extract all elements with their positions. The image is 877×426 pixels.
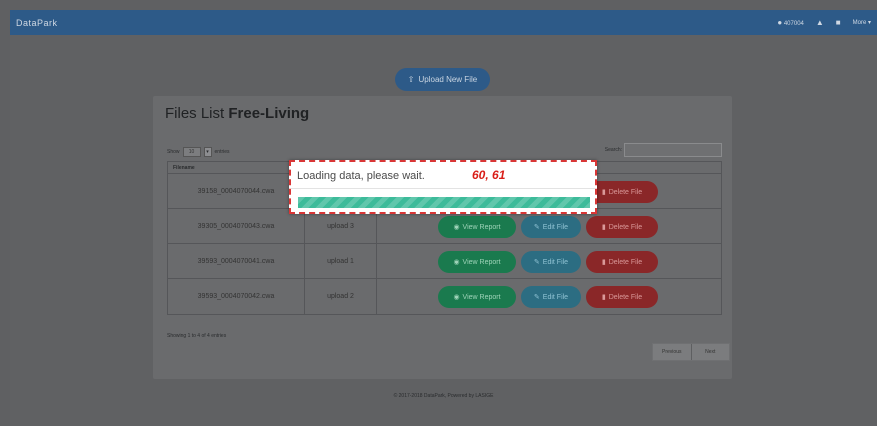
delete-label: Delete File [608,258,643,266]
progress-bar-fill [298,197,590,208]
trash-icon: ▮ [601,294,606,301]
table-controls: Show 10 ▾ entries Search: [167,143,722,157]
upload-button-label: Upload New File [418,75,478,84]
filename-cell: 39593_0004070041.cwa [168,244,305,278]
description-cell: upload 2 [305,279,377,314]
upload-icon: ⇧ [407,75,415,84]
next-page-button[interactable]: Next [690,344,729,360]
table-info: Showing 1 to 4 of 4 entries [167,333,227,339]
edit-label: Edit File [542,293,569,301]
delete-label: Delete File [608,293,643,301]
coordinate-annotation: 60, 61 [472,168,506,182]
pencil-icon: ✎ [533,259,540,266]
more-label: More [852,20,867,26]
modal-divider [291,188,595,189]
edit-file-button[interactable]: ✎ Edit File [521,251,581,273]
user-icon: ● [777,18,783,27]
page-title: Files List Free-Living [165,105,309,122]
search-input[interactable] [624,143,722,157]
trash-icon: ▮ [601,189,606,196]
delete-file-button[interactable]: ▮ Delete File [586,286,658,308]
filename-cell: 39158_0004070044.cwa [168,174,305,208]
trash-icon: ▮ [601,224,606,231]
caret-down-icon: ▾ [867,20,871,26]
filename-cell: 39593_0004070042.cwa [168,279,305,314]
description-cell: upload 3 [305,209,377,243]
edit-file-button[interactable]: ✎ Edit File [521,216,581,238]
files-panel: Files List Free-Living Show 10 ▾ entries… [153,96,732,379]
entries-label: entries [214,149,230,155]
eye-icon: ◉ [453,294,460,301]
view-label: View Report [462,223,501,231]
column-header-filename[interactable]: Filename [173,165,195,171]
more-menu[interactable]: More ▾ [853,19,871,26]
user-menu[interactable]: ● 407004 [777,18,804,27]
users-icon[interactable]: ▲ [816,18,824,27]
table-row: 39593_0004070042.cwa upload 2 ◉ View Rep… [168,279,721,314]
eye-icon: ◉ [453,224,460,231]
delete-file-button[interactable]: ▮ Delete File [586,216,658,238]
app-icon[interactable]: ■ [836,18,841,27]
upload-new-file-button[interactable]: ⇧ Upload New File [395,68,490,91]
pencil-icon: ✎ [533,224,540,231]
brand-logo[interactable]: DataPark [16,18,58,28]
pagination: Previous Next [652,343,730,361]
loading-message: Loading data, please wait. [297,170,425,182]
chevron-down-icon[interactable]: ▾ [203,147,212,157]
description-cell: upload 1 [305,244,377,278]
previous-page-button[interactable]: Previous [653,344,691,360]
nav-right: ● 407004 ▲ ■ More ▾ [777,18,871,27]
delete-file-button[interactable]: ▮ Delete File [586,251,658,273]
show-entries: Show 10 ▾ entries [167,147,230,157]
pencil-icon: ✎ [533,294,540,301]
trash-icon: ▮ [601,259,606,266]
edit-label: Edit File [542,258,569,266]
view-report-button[interactable]: ◉ View Report [438,251,516,273]
entries-select[interactable]: 10 [182,147,201,157]
delete-label: Delete File [608,188,643,196]
view-report-button[interactable]: ◉ View Report [438,286,516,308]
show-label: Show [167,149,180,155]
search-box: Search: [605,143,722,157]
edit-label: Edit File [542,223,569,231]
delete-label: Delete File [608,223,643,231]
eye-icon: ◉ [453,259,460,266]
view-label: View Report [462,293,501,301]
loading-modal: Loading data, please wait. 60, 61 [289,160,597,214]
table-row: 39305_0004070043.cwa upload 3 ◉ View Rep… [168,209,721,244]
progress-bar [298,197,590,208]
view-label: View Report [462,258,501,266]
view-report-button[interactable]: ◉ View Report [438,216,516,238]
page-content: ⇧ Upload New File Files List Free-Living… [10,35,877,426]
user-label: 407004 [783,21,804,27]
footer: © 2017-2018 DataPark, Powered by LASIGE [393,393,494,399]
title-prefix: Files List [165,105,225,122]
search-label: Search: [604,147,622,153]
filename-cell: 39305_0004070043.cwa [168,209,305,243]
edit-file-button[interactable]: ✎ Edit File [521,286,581,308]
title-bold: Free-Living [228,105,310,122]
table-row: 39593_0004070041.cwa upload 1 ◉ View Rep… [168,244,721,279]
top-navbar: DataPark ● 407004 ▲ ■ More ▾ [10,10,877,35]
